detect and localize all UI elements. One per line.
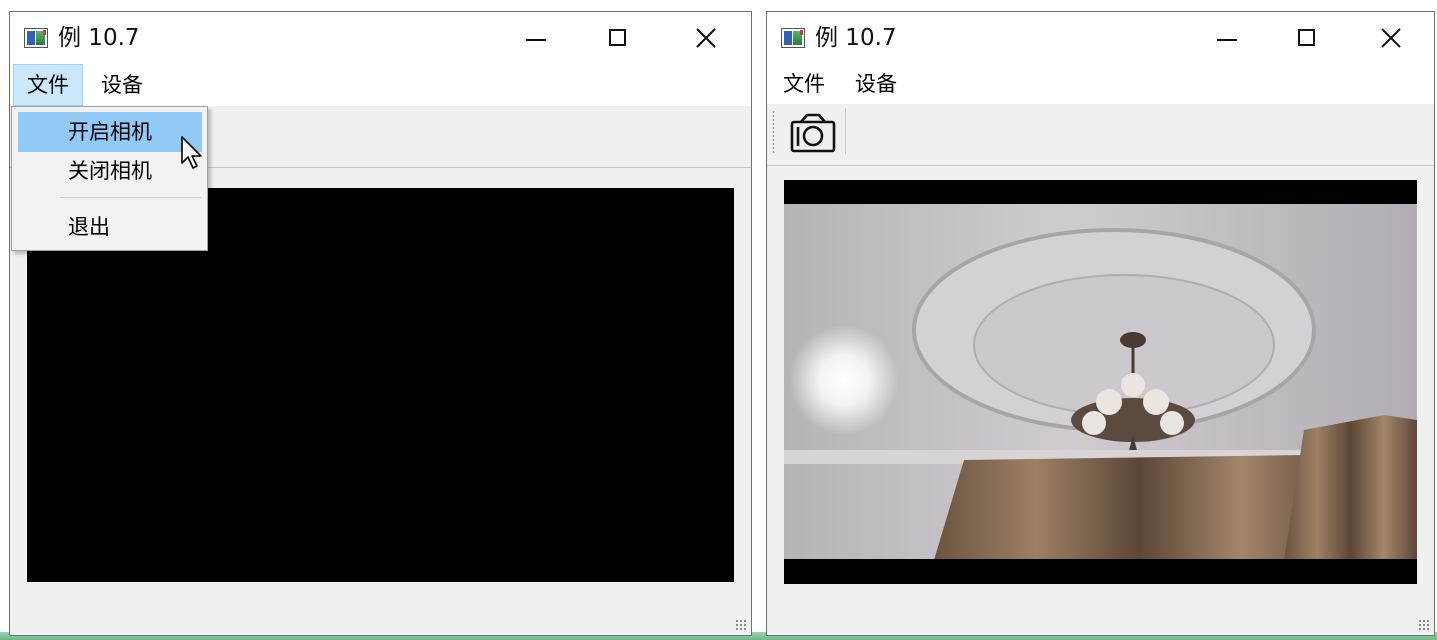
window-title: 例 10.7	[58, 25, 140, 51]
app-icon[interactable]	[24, 28, 48, 48]
menu-bar: 文件 设备	[767, 64, 1434, 106]
menu-bar: 文件 设备	[10, 64, 751, 106]
resize-grip[interactable]	[735, 619, 747, 631]
app-icon[interactable]	[781, 28, 805, 48]
minimize-icon	[526, 39, 546, 41]
maximize-button[interactable]	[577, 12, 659, 64]
minimize-button[interactable]	[495, 12, 577, 64]
camera-frame-image	[784, 180, 1417, 584]
menu-device[interactable]: 设备	[842, 64, 910, 104]
app-window-right: 例 10.7 文件 设备	[766, 11, 1435, 636]
menu-file[interactable]: 文件	[770, 64, 838, 104]
camera-button[interactable]	[781, 107, 845, 159]
menu-item-exit[interactable]: 退出	[18, 207, 202, 247]
menu-device[interactable]: 设备	[88, 64, 156, 106]
mouse-cursor-icon	[181, 136, 202, 169]
toolbar-separator	[845, 108, 846, 154]
maximize-button[interactable]	[1266, 12, 1348, 64]
menu-item-close-camera[interactable]: 关闭相机	[18, 151, 202, 191]
resize-grip[interactable]	[1418, 619, 1430, 631]
close-icon	[1381, 28, 1401, 48]
title-bar[interactable]: 例 10.7	[10, 12, 751, 64]
maximize-icon	[1298, 29, 1315, 46]
camera-icon	[790, 113, 836, 153]
minimize-icon	[1217, 39, 1237, 41]
toolbar	[767, 104, 1434, 166]
close-button[interactable]	[665, 12, 747, 64]
close-icon	[696, 28, 716, 48]
maximize-icon	[609, 29, 626, 46]
app-window-left: 例 10.7 文件 设备 开启相机 关闭相机 退出	[9, 11, 752, 636]
minimize-button[interactable]	[1186, 12, 1268, 64]
menu-separator	[60, 197, 201, 198]
toolbar-grip[interactable]	[772, 110, 775, 154]
title-bar[interactable]: 例 10.7	[767, 12, 1434, 64]
menu-item-open-camera[interactable]: 开启相机	[18, 112, 202, 152]
file-menu-dropdown: 开启相机 关闭相机 退出	[11, 106, 208, 251]
window-title: 例 10.7	[815, 25, 897, 51]
close-button[interactable]	[1350, 12, 1432, 64]
menu-file[interactable]: 文件	[13, 64, 83, 106]
video-display	[784, 180, 1417, 584]
